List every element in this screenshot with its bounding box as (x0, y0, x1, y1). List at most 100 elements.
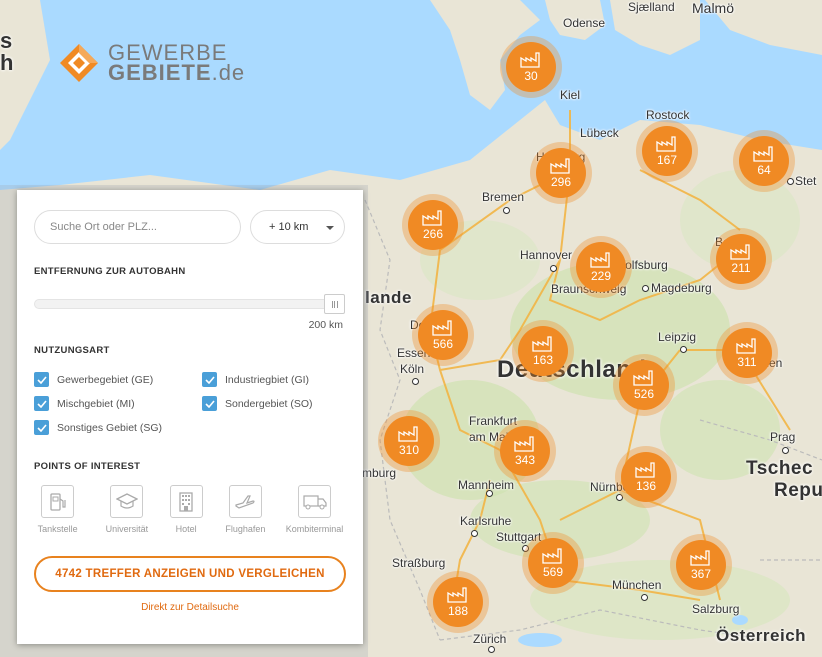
checkbox-industriegebiet[interactable]: Industriegbiet (GI) (202, 372, 342, 387)
autobahn-section-title: ENTFERNUNG ZUR AUTOBAHN (34, 266, 186, 277)
cluster-count: 167 (656, 152, 678, 167)
city-marker (550, 265, 557, 272)
checkbox-label: Mischgebiet (MI) (57, 397, 135, 410)
cluster-marker[interactable]: 30 (500, 36, 562, 98)
city-label: Salzburg (692, 602, 740, 616)
logo-line2: GEBIETE (108, 60, 212, 85)
cluster-marker[interactable]: 311 (716, 322, 778, 384)
checkbox-checked-icon[interactable] (34, 372, 49, 387)
cluster-count: 310 (398, 442, 420, 457)
checkbox-label: Sonstiges Gebiet (SG) (57, 421, 163, 434)
cluster-marker[interactable]: 526 (613, 354, 675, 416)
cluster-count: 566 (432, 336, 454, 351)
checkbox-sonstiges-gebiet[interactable]: Sonstiges Gebiet (SG) (34, 420, 202, 435)
city-label: Leipzig (658, 330, 697, 344)
cluster-count: 296 (550, 174, 572, 189)
cluster-count: 343 (514, 452, 536, 467)
country-label: Tschec (746, 458, 814, 479)
cluster-count: 163 (532, 352, 554, 367)
cluster-marker[interactable]: 266 (402, 194, 464, 256)
poi-universitaet[interactable]: Universität (103, 485, 150, 534)
checkbox-mischgebiet[interactable]: Mischgebiet (MI) (34, 396, 202, 411)
factory-icon (520, 51, 540, 68)
city-marker (503, 207, 510, 214)
cluster-marker[interactable]: 367 (670, 534, 732, 596)
cluster-marker[interactable]: 229 (570, 236, 632, 298)
poi-tankstelle[interactable]: Tankstelle (34, 485, 81, 534)
city-marker (782, 447, 789, 454)
city-label: Hannover (520, 248, 573, 262)
poi-label: Flughafen (225, 524, 266, 534)
poi-label: Hotel (175, 524, 197, 534)
radius-value: + 10 km (269, 221, 309, 233)
slider-handle[interactable] (324, 294, 345, 314)
cluster-count: 30 (524, 68, 538, 83)
graduation-cap-icon (115, 492, 138, 509)
factory-icon (514, 435, 534, 452)
checkbox-label: Gewerbegebiet (GE) (57, 373, 154, 386)
filter-panel: + 10 km ENTFERNUNG ZUR AUTOBAHN 200 km N… (17, 190, 363, 644)
cluster-marker[interactable]: 167 (636, 120, 698, 182)
checkbox-checked-icon[interactable] (202, 396, 217, 411)
usage-section-title: NUTZUNGSART (34, 345, 110, 356)
cluster-marker[interactable]: 343 (494, 420, 556, 482)
chevron-down-icon (326, 226, 334, 230)
city-label: Prag (770, 430, 796, 444)
factory-icon (656, 135, 676, 152)
cluster-count: 64 (757, 162, 771, 177)
factory-icon (422, 209, 442, 226)
cluster-marker[interactable]: 566 (412, 304, 474, 366)
logo-mark-icon (60, 44, 98, 82)
city-label: Mannheim (458, 478, 515, 492)
cluster-marker[interactable]: 310 (378, 410, 440, 472)
poi-label: Universität (105, 524, 149, 534)
factory-icon (542, 547, 562, 564)
region-label: lande (365, 288, 412, 307)
detail-search-link[interactable]: Direkt zur Detailsuche (34, 602, 346, 613)
radius-select[interactable]: + 10 km (250, 210, 345, 244)
factory-icon (532, 335, 552, 352)
logo-tld: .de (211, 60, 246, 85)
checkbox-gewerbegebiet[interactable]: Gewerbegebiet (GE) (34, 372, 202, 387)
cluster-marker[interactable]: 64 (733, 130, 795, 192)
cluster-count: 311 (737, 354, 757, 369)
factory-icon (633, 369, 653, 386)
poi-hotel[interactable]: Hotel (163, 485, 210, 534)
factory-icon (550, 157, 570, 174)
region-label: h (0, 50, 14, 75)
fuel-icon (49, 492, 66, 511)
cluster-marker[interactable]: 136 (615, 446, 677, 508)
checkbox-checked-icon[interactable] (34, 420, 49, 435)
logo[interactable]: GEWERBE GEBIETE.de (58, 42, 245, 84)
cluster-marker[interactable]: 188 (427, 571, 489, 633)
city-label: Malmö (692, 0, 735, 16)
cluster-marker[interactable]: 211 (710, 228, 772, 290)
checkbox-checked-icon[interactable] (34, 396, 49, 411)
city-marker (642, 285, 649, 292)
show-results-button[interactable]: 4742 TREFFER ANZEIGEN UND VERGLEICHEN (34, 556, 346, 592)
hotel-icon (179, 491, 193, 512)
slider-track[interactable] (34, 299, 332, 309)
cluster-count: 266 (422, 226, 444, 241)
city-label: Zürich (473, 632, 507, 646)
poi-kombiterminal[interactable]: Kombiterminal (283, 485, 346, 534)
cluster-marker[interactable]: 296 (530, 142, 592, 204)
factory-icon (736, 337, 756, 354)
poi-flughafen[interactable]: Flughafen (222, 485, 269, 534)
city-marker (471, 530, 478, 537)
factory-icon (590, 251, 610, 268)
search-input[interactable] (34, 210, 241, 244)
city-label: Magdeburg (651, 281, 712, 295)
city-label: Köln (400, 362, 425, 376)
cluster-marker[interactable]: 163 (512, 320, 574, 382)
city-label: Kiel (560, 88, 581, 102)
checkbox-sondergebiet[interactable]: Sondergebiet (SO) (202, 396, 342, 411)
cluster-marker[interactable]: 569 (522, 532, 584, 594)
country-label: Repu (774, 480, 822, 501)
checkbox-checked-icon[interactable] (202, 372, 217, 387)
autobahn-distance-slider[interactable] (34, 293, 346, 314)
checkbox-label: Sondergebiet (SO) (225, 397, 313, 410)
city-label: München (612, 578, 662, 592)
factory-icon (730, 243, 750, 260)
poi-section-title: POINTS OF INTEREST (34, 461, 141, 472)
